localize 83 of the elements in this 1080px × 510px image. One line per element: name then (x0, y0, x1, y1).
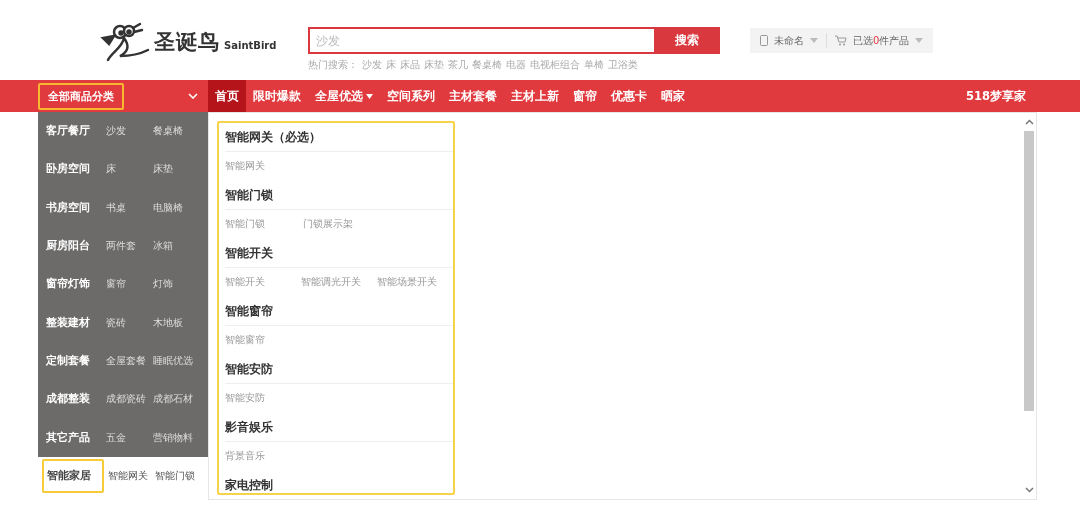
scroll-down-icon[interactable] (1024, 487, 1034, 493)
section-heading: 家电控制 (225, 471, 453, 493)
subcategory-link[interactable]: 床 (106, 162, 153, 177)
category-item[interactable]: 厨房阳台 (42, 234, 102, 259)
hot-search-link[interactable]: 电器 (506, 58, 526, 72)
section-heading: 智能窗帘 (225, 297, 453, 326)
category-item[interactable]: 整装建材 (42, 310, 102, 335)
product-link[interactable]: 智能门锁 (225, 218, 303, 231)
subcategory-link[interactable]: 床垫 (153, 162, 200, 177)
hot-search-link[interactable]: 茶几 (448, 58, 468, 72)
subcategory-link[interactable]: 电脑椅 (153, 200, 200, 215)
section-heading: 智能网关（必选） (225, 123, 453, 152)
nav-tab[interactable]: 限时爆款 (246, 80, 308, 112)
subcategory-link[interactable]: 沙发 (106, 124, 153, 139)
category-item[interactable]: 窗帘灯饰 (42, 272, 102, 297)
subcategory-link[interactable]: 五金 (106, 430, 153, 445)
hot-search-link[interactable]: 餐桌椅 (472, 58, 502, 72)
hot-search-link[interactable]: 床品 (400, 58, 420, 72)
product-link[interactable]: 智能开关 (225, 276, 301, 289)
bird-logo-icon (100, 22, 150, 62)
subcategory-link[interactable]: 全屋套餐 (106, 353, 153, 368)
category-button[interactable]: 全部商品分类 (38, 82, 124, 110)
subcategory-link[interactable]: 成都瓷砖 (106, 392, 153, 407)
nav-tab[interactable]: 主材上新 (504, 80, 566, 112)
product-link[interactable]: 智能网关 (225, 160, 303, 173)
category-item[interactable]: 书房空间 (42, 195, 102, 220)
subcategory-link[interactable]: 书桌 (106, 200, 153, 215)
subcategory-link[interactable]: 智能网关 (108, 468, 155, 483)
hot-search-link[interactable]: 床垫 (424, 58, 444, 72)
nav-tab[interactable]: 优惠卡 (604, 80, 654, 112)
subcategory-link[interactable]: 木地板 (153, 315, 200, 330)
category-item[interactable]: 定制套餐 (42, 348, 102, 373)
hot-search-link[interactable]: 卫浴类 (608, 58, 638, 72)
nav-tab[interactable]: 主材套餐 (442, 80, 504, 112)
subcategory-link[interactable]: 冰箱 (153, 239, 200, 254)
subcategory-link[interactable]: 灯饰 (153, 277, 200, 292)
product-link[interactable]: 智能调光开关 (301, 276, 377, 289)
nav-tab[interactable]: 窗帘 (566, 80, 604, 112)
hot-search-link[interactable]: 沙发 (362, 58, 382, 72)
section-heading: 影音娱乐 (225, 413, 453, 442)
nav-tab[interactable]: 晒家 (654, 80, 692, 112)
user-menu[interactable]: 未命名 (760, 33, 818, 48)
nav-tab[interactable]: 首页 (208, 80, 246, 112)
category-item[interactable]: 卧房空间 (42, 157, 102, 182)
subcategory-link[interactable]: 餐桌椅 (153, 124, 200, 139)
scroll-up-icon[interactable] (1024, 119, 1034, 125)
subcategory-link[interactable]: 窗帘 (106, 277, 153, 292)
cart-icon (835, 35, 847, 46)
subcategory-link[interactable]: 两件套 (106, 239, 153, 254)
caret-icon (915, 38, 924, 43)
product-link[interactable]: 智能安防 (225, 392, 303, 405)
hot-search-link[interactable]: 床 (386, 58, 396, 72)
product-link[interactable]: 背景音乐 (225, 450, 303, 463)
subcategory-link[interactable]: 睡眠优选 (153, 353, 200, 368)
category-item[interactable]: 客厅餐厅 (42, 119, 102, 144)
nav-link[interactable]: 518梦享家 (966, 80, 1026, 112)
caret-icon (810, 38, 818, 43)
search-field[interactable]: 沙发 (308, 27, 654, 54)
scrollbar-thumb[interactable] (1024, 131, 1034, 411)
logo-name: 圣诞鸟 (154, 29, 220, 56)
nav-tab[interactable]: 空间系列 (380, 80, 442, 112)
hot-search-label: 热门搜索： (308, 58, 358, 72)
section-heading: 智能开关 (225, 239, 453, 268)
product-link[interactable]: 门锁展示架 (303, 218, 381, 231)
cart-menu[interactable]: 已选0件产品 (835, 33, 924, 48)
subcategory-link[interactable]: 成都石材 (153, 392, 200, 407)
hot-search-link[interactable]: 单椅 (584, 58, 604, 72)
section-heading: 智能安防 (225, 355, 453, 384)
product-link[interactable]: 智能场景开关 (377, 276, 453, 289)
logo-name: SaintBird (224, 39, 277, 51)
section-heading: 智能门锁 (225, 181, 453, 210)
chevron-down-icon[interactable] (188, 93, 198, 99)
search-button[interactable]: 搜索 (654, 27, 720, 54)
subcategory-link[interactable]: 营销物料 (153, 430, 200, 445)
subcategory-link[interactable]: 瓷砖 (106, 315, 153, 330)
category-item[interactable]: 其它产品 (42, 425, 102, 450)
category-item[interactable]: 成都整装 (42, 387, 102, 412)
hot-search-link[interactable]: 电视柜组合 (530, 58, 580, 72)
subcategory-link[interactable]: 智能门锁 (155, 468, 202, 483)
product-link[interactable]: 智能窗帘 (225, 334, 303, 347)
nav-tab[interactable]: 全屋优选 (308, 80, 380, 112)
category-item[interactable]: 智能家居 (42, 458, 104, 493)
phone-icon (760, 35, 768, 46)
